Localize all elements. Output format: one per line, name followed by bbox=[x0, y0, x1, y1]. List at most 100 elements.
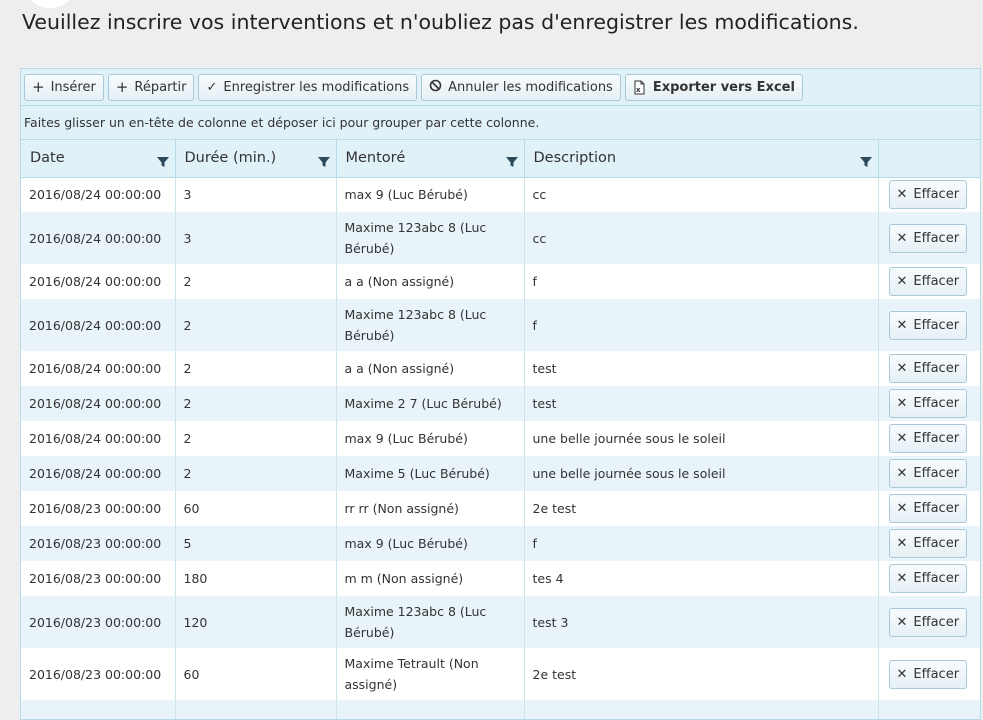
cell-duration[interactable]: 2 bbox=[175, 456, 337, 491]
cell-mentee[interactable]: a a (Non assigné) bbox=[336, 351, 525, 386]
cell-duration[interactable]: 5 bbox=[175, 526, 337, 561]
cell-description[interactable]: une belle journée sous le soleil bbox=[524, 421, 879, 456]
cell-description[interactable]: f bbox=[524, 299, 879, 351]
cell-duration[interactable] bbox=[175, 700, 337, 719]
cell-mentee[interactable]: max 9 (Luc Bérubé) bbox=[336, 177, 525, 212]
cell-mentee[interactable]: Maxime 123abc 8 (Luc Bérubé) bbox=[336, 212, 525, 264]
cell-duration[interactable]: 2 bbox=[175, 351, 337, 386]
filter-icon[interactable] bbox=[505, 156, 518, 168]
cell-date[interactable]: 2016/08/24 00:00:00 bbox=[21, 351, 176, 386]
cell-description[interactable]: une belle journée sous le soleil bbox=[524, 456, 879, 491]
table-row[interactable]: 2016/08/23 00:00:00 60 Maxime Tetrault (No… bbox=[21, 648, 980, 700]
cell-date[interactable]: 2016/08/24 00:00:00 bbox=[21, 212, 176, 264]
filter-icon[interactable] bbox=[317, 156, 330, 168]
table-row[interactable]: 2016/08/24 00:00:00 3 max 9 (Luc Bérubé) cc… bbox=[21, 177, 980, 212]
cell-description[interactable]: cc bbox=[524, 177, 879, 212]
interventions-table: Date Durée (min.) Mentoré Description 20… bbox=[21, 140, 980, 719]
cell-date[interactable]: 2016/08/24 00:00:00 bbox=[21, 456, 176, 491]
table-row[interactable]: 2016/08/24 00:00:00 2 a a (Non assigné) tes… bbox=[21, 351, 980, 386]
column-header-description[interactable]: Description bbox=[524, 140, 879, 178]
table-row[interactable]: 2016/08/23 00:00:00 5 max 9 (Luc Bérubé) f ✕… bbox=[21, 526, 980, 561]
cell-date[interactable]: 2016/08/24 00:00:00 bbox=[21, 386, 176, 421]
delete-button[interactable]: ✕ Effacer bbox=[888, 529, 968, 558]
cell-mentee[interactable]: m m (Non assigné) bbox=[336, 561, 525, 596]
table-row[interactable] bbox=[21, 700, 980, 719]
table-row[interactable]: 2016/08/24 00:00:00 2 a a (Non assigné) f ✕ E… bbox=[21, 264, 980, 299]
cell-duration[interactable]: 3 bbox=[175, 212, 337, 264]
export-excel-button[interactable]: x Exporter vers Excel bbox=[624, 73, 803, 101]
cell-mentee[interactable]: Maxime 2 7 (Luc Bérubé) bbox=[336, 386, 525, 421]
cell-duration[interactable]: 180 bbox=[175, 561, 337, 596]
cell-duration[interactable]: 60 bbox=[175, 491, 337, 526]
cell-description[interactable]: test bbox=[524, 351, 879, 386]
cell-mentee[interactable]: max 9 (Luc Bérubé) bbox=[336, 526, 525, 561]
delete-label: Effacer bbox=[913, 614, 960, 630]
delete-button[interactable]: ✕ Effacer bbox=[888, 494, 968, 523]
delete-button[interactable]: ✕ Effacer bbox=[888, 354, 968, 383]
column-header-date[interactable]: Date bbox=[21, 140, 176, 178]
cell-mentee[interactable]: a a (Non assigné) bbox=[336, 264, 525, 299]
split-button[interactable]: + Répartir bbox=[107, 73, 195, 101]
cell-description[interactable]: test bbox=[524, 386, 879, 421]
cell-date[interactable]: 2016/08/23 00:00:00 bbox=[21, 596, 176, 648]
filter-icon[interactable] bbox=[859, 156, 872, 168]
cell-date[interactable]: 2016/08/23 00:00:00 bbox=[21, 561, 176, 596]
cell-date[interactable] bbox=[21, 700, 176, 719]
table-row[interactable]: 2016/08/24 00:00:00 2 Maxime 5 (Luc Bérubé… bbox=[21, 456, 980, 491]
delete-button[interactable]: ✕ Effacer bbox=[888, 564, 968, 593]
cell-duration[interactable]: 60 bbox=[175, 648, 337, 700]
cell-mentee[interactable]: Maxime 123abc 8 (Luc Bérubé) bbox=[336, 299, 525, 351]
table-row[interactable]: 2016/08/23 00:00:00 60 rr rr (Non assigné)… bbox=[21, 491, 980, 526]
cell-description[interactable]: test 3 bbox=[524, 596, 879, 648]
cell-duration[interactable]: 2 bbox=[175, 299, 337, 351]
cell-duration[interactable]: 3 bbox=[175, 177, 337, 212]
table-row[interactable]: 2016/08/24 00:00:00 2 Maxime 123abc 8 (Luc… bbox=[21, 299, 980, 351]
insert-button[interactable]: + Insérer bbox=[24, 73, 104, 101]
cell-mentee[interactable]: max 9 (Luc Bérubé) bbox=[336, 421, 525, 456]
cell-date[interactable]: 2016/08/24 00:00:00 bbox=[21, 299, 176, 351]
table-row[interactable]: 2016/08/24 00:00:00 2 Maxime 2 7 (Luc Béru… bbox=[21, 386, 980, 421]
delete-button[interactable]: ✕ Effacer bbox=[888, 389, 968, 418]
delete-button[interactable]: ✕ Effacer bbox=[888, 459, 968, 488]
column-header-duration[interactable]: Durée (min.) bbox=[175, 140, 337, 178]
delete-button[interactable]: ✕ Effacer bbox=[888, 180, 968, 210]
cell-duration[interactable]: 120 bbox=[175, 596, 337, 648]
cell-date[interactable]: 2016/08/23 00:00:00 bbox=[21, 526, 176, 561]
cell-mentee[interactable]: Maxime 5 (Luc Bérubé) bbox=[336, 456, 525, 491]
cell-date[interactable]: 2016/08/23 00:00:00 bbox=[21, 491, 176, 526]
cell-description[interactable] bbox=[524, 700, 879, 719]
cell-description[interactable]: f bbox=[524, 526, 879, 561]
cell-duration[interactable]: 2 bbox=[175, 264, 337, 299]
delete-button[interactable]: ✕ Effacer bbox=[888, 659, 968, 689]
save-changes-button[interactable]: ✓ Enregistrer les modifications bbox=[198, 73, 418, 101]
table-row[interactable]: 2016/08/23 00:00:00 120 Maxime 123abc 8 (L… bbox=[21, 596, 980, 648]
cell-date[interactable]: 2016/08/24 00:00:00 bbox=[21, 264, 176, 299]
cell-mentee[interactable]: Maxime Tetrault (Non assigné) bbox=[336, 648, 525, 700]
cancel-changes-button[interactable]: Annuler les modifications bbox=[421, 73, 621, 101]
close-icon: ✕ bbox=[896, 571, 908, 586]
cell-date[interactable]: 2016/08/23 00:00:00 bbox=[21, 648, 176, 700]
cell-description[interactable]: 2e test bbox=[524, 648, 879, 700]
column-header-mentee[interactable]: Mentoré bbox=[336, 140, 525, 178]
cell-duration[interactable]: 2 bbox=[175, 386, 337, 421]
delete-button[interactable]: ✕ Effacer bbox=[888, 267, 968, 296]
cell-duration[interactable]: 2 bbox=[175, 421, 337, 456]
delete-button[interactable]: ✕ Effacer bbox=[888, 223, 968, 253]
table-row[interactable]: 2016/08/24 00:00:00 3 Maxime 123abc 8 (Luc… bbox=[21, 212, 980, 264]
cell-description[interactable]: f bbox=[524, 264, 879, 299]
cell-description[interactable]: cc bbox=[524, 212, 879, 264]
cell-mentee[interactable]: Maxime 123abc 8 (Luc Bérubé) bbox=[336, 596, 525, 648]
cell-description[interactable]: 2e test bbox=[524, 491, 879, 526]
filter-icon[interactable] bbox=[156, 156, 169, 168]
delete-button[interactable]: ✕ Effacer bbox=[888, 310, 968, 340]
table-row[interactable]: 2016/08/23 00:00:00 180 m m (Non assigné) t… bbox=[21, 561, 980, 596]
cell-mentee[interactable]: rr rr (Non assigné) bbox=[336, 491, 525, 526]
delete-button[interactable]: ✕ Effacer bbox=[888, 424, 968, 453]
cell-date[interactable]: 2016/08/24 00:00:00 bbox=[21, 421, 176, 456]
group-drop-area[interactable]: Faites glisser un en-tête de colonne et … bbox=[21, 106, 980, 140]
delete-button[interactable]: ✕ Effacer bbox=[888, 607, 968, 637]
cell-mentee[interactable] bbox=[336, 700, 525, 719]
cell-date[interactable]: 2016/08/24 00:00:00 bbox=[21, 177, 176, 212]
table-row[interactable]: 2016/08/24 00:00:00 2 max 9 (Luc Bérubé) un… bbox=[21, 421, 980, 456]
cell-description[interactable]: tes 4 bbox=[524, 561, 879, 596]
